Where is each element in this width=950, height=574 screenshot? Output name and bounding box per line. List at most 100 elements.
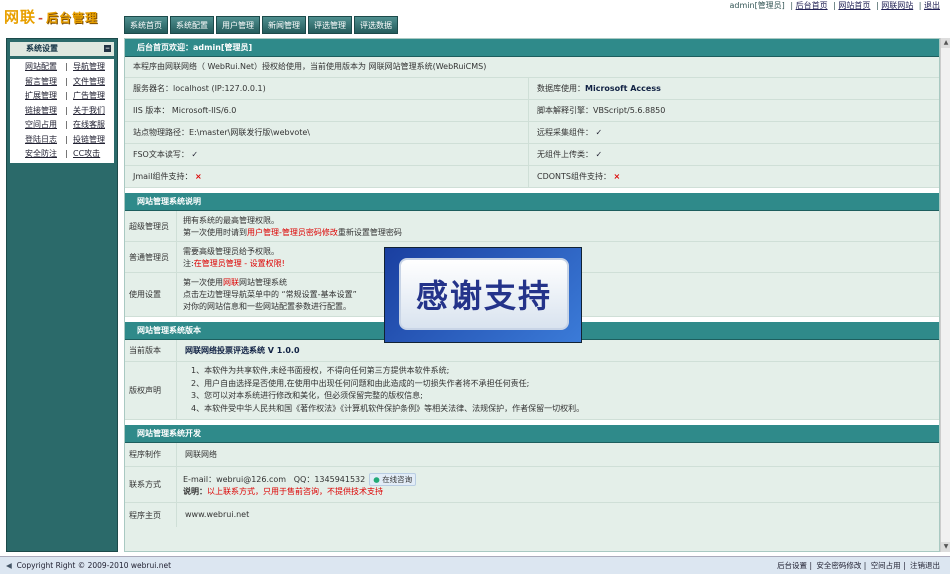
remote-collect-label: 远程采集组件： [537, 128, 593, 137]
server-name: 服务器名：localhost (IP:127.0.0.1) [125, 78, 529, 99]
separator: | [65, 62, 68, 71]
sidebar-title: 系统设置 [26, 44, 58, 53]
sidebar-item-file-management[interactable]: 文件管理 [73, 75, 113, 90]
usage-info: 第一次使用网联网站管理系统 点击左边管理导航菜单中的 “常规设置-基本设置” 对… [177, 273, 363, 316]
footer-links: 后台设置 | 安全密码修改 | 空间占用 | 注销退出 [775, 557, 940, 574]
chat-icon: ● [373, 475, 380, 484]
sidebar-item-message-management[interactable]: 留言管理 [25, 75, 65, 90]
minus-icon[interactable]: − [104, 45, 111, 52]
iis-version: IIS 版本： Microsoft-IIS/6.0 [125, 100, 529, 121]
sidebar-item-about-us[interactable]: 关于我们 [73, 104, 113, 119]
super-admin-info: 拥有系统的最高管理权限。 第一次使用时请到用户管理-管理员密码修改重新设置管理密… [177, 211, 408, 241]
sidebar-item-ad-management[interactable]: 广告管理 [73, 89, 113, 104]
scroll-down-icon[interactable]: ▼ [941, 542, 950, 552]
check-icon: ✓ [595, 150, 603, 159]
tab-system-config[interactable]: 系统配置 [170, 16, 214, 34]
maker-label: 程序制作 [125, 443, 177, 466]
separator: | [65, 134, 68, 144]
footer-copyright: Copyright Right © 2009-2010 [16, 561, 129, 570]
usage-line1-pre: 第一次使用 [183, 278, 223, 287]
database-label: 数据库使用： [537, 84, 585, 93]
separator: | [65, 149, 68, 158]
sidebar-item-space-usage[interactable]: 空间占用 [25, 118, 65, 133]
sidebar-header: 系统设置 − [10, 42, 114, 56]
main-scrollbar[interactable]: ▲ ▼ [940, 38, 950, 552]
online-consult-button[interactable]: ● 在线咨询 [369, 473, 417, 486]
maker-value: 网联网络 [185, 450, 217, 459]
footer: ◀ Copyright Right © 2009-2010 webrui.net… [0, 556, 950, 574]
upload-support: 无组件上传类： ✓ [529, 144, 610, 165]
sidebar-item-security[interactable]: 安全防注 [25, 147, 65, 162]
sidebar-item-nav-management[interactable]: 导航管理 [73, 60, 113, 75]
link-admin-home[interactable]: 后台首页 [796, 1, 828, 10]
sidebar-row: 登陆日志 | 投链管理 [10, 133, 114, 148]
current-version-row: 当前版本 网联网络投票评选系统 V 1.0.0 [125, 340, 939, 362]
footer-link-space-usage[interactable]: 空间占用 [871, 561, 901, 570]
sidebar-item-online-service[interactable]: 在线客服 [73, 118, 113, 133]
sidebar-row: 空间占用 | 在线客服 [10, 118, 114, 133]
separator: | [809, 561, 812, 570]
check-icon: ✓ [191, 150, 199, 159]
separator: | [65, 91, 68, 100]
scroll-up-icon[interactable]: ▲ [941, 38, 950, 48]
separator: | [790, 1, 794, 10]
normal-admin-info: 需要高级管理员给予权限。 注:在管理员管理 - 设置权限! [177, 242, 291, 272]
contact-note: 说明：以上联系方式，只用于售前咨询，不提供技术支持 [183, 486, 416, 498]
logo-subtitle: 后台管理 [46, 11, 99, 25]
qq-number: QQ：1345941532 [293, 475, 366, 484]
tab-news-management[interactable]: 新闻管理 [262, 16, 306, 34]
license-row: 本程序由网联网络（ WebRui.Net）授权给使用，当前使用版本为 网联网站管… [125, 57, 939, 78]
upload-label: 无组件上传类： [537, 150, 593, 159]
check-icon: ✓ [595, 128, 603, 137]
link-site-home[interactable]: 网站首页 [838, 1, 870, 10]
sidebar-item-cc-attack[interactable]: CC攻击 [73, 147, 113, 162]
super-admin-line2-pre: 第一次使用时请到 [183, 228, 247, 237]
info-row: 服务器名：localhost (IP:127.0.0.1) 数据库使用：Micr… [125, 78, 939, 100]
footer-left: ◀ Copyright Right © 2009-2010 webrui.net [6, 557, 171, 574]
copyright-row: 版权声明 1、本软件为共享软件,未经书面授权，不得向任何第三方提供本软件系统; … [125, 362, 939, 420]
tab-user-management[interactable]: 用户管理 [216, 16, 260, 34]
tab-vote-data[interactable]: 评选数据 [354, 16, 398, 34]
footer-site[interactable]: webrui.net [131, 561, 171, 570]
copyright-item: 3、您可以对本系统进行修改和美化，但必须保留完整的版权信息; [191, 391, 423, 400]
sidebar-row: 链接管理 | 关于我们 [10, 104, 114, 119]
super-admin-line2-post: 重新设置管理密码 [337, 228, 402, 237]
sidebar-item-site-config[interactable]: 网站配置 [25, 60, 65, 75]
contact-row: 联系方式 E-mail：webrui@126.com QQ：1345941532… [125, 467, 939, 503]
collapse-icon[interactable]: ◀ [6, 561, 12, 570]
footer-link-logout[interactable]: 注销退出 [910, 561, 940, 570]
cdonts-label: CDONTS组件支持： [537, 172, 611, 181]
copyright-item: 4、本软件受中华人民共和国《著作权法》《计算机软件保护条例》等相关法律、法规保护… [191, 403, 585, 413]
homepage-value[interactable]: www.webrui.net [177, 503, 257, 527]
footer-link-change-password[interactable]: 安全密码修改 [816, 561, 861, 570]
normal-admin-line1: 需要高级管理员给予权限。 [183, 247, 279, 256]
note-value: 以上联系方式，只用于售前咨询，不提供技术支持 [207, 487, 383, 496]
contact-line: E-mail：webrui@126.com QQ：1345941532 ● 在线咨… [183, 473, 417, 486]
super-admin-line2: 第一次使用时请到用户管理-管理员密码修改重新设置管理密码 [183, 227, 402, 239]
normal-admin-line2-highlight: 在管理员管理 - 设置权限! [193, 259, 285, 268]
info-row: Jmail组件支持： × CDONTS组件支持： × [125, 166, 939, 188]
link-webrui-site[interactable]: 网联网站 [881, 1, 913, 10]
top-nav: 系统首页 系统配置 用户管理 新闻管理 评选管理 评选数据 [124, 16, 400, 34]
current-version-value: 网联网络投票评选系统 V 1.0.0 [185, 346, 300, 355]
usage-line1-post: 网站管理系统 [239, 278, 287, 287]
jmail-support: Jmail组件支持： × [125, 166, 529, 187]
sidebar-item-login-log[interactable]: 登陆日志 [25, 133, 65, 148]
sidebar-item-extension-management[interactable]: 扩展管理 [25, 89, 65, 104]
footer-link-admin-settings[interactable]: 后台设置 [777, 561, 807, 570]
cross-icon: × [195, 172, 202, 181]
sidebar-item-link-management[interactable]: 链接管理 [25, 104, 65, 119]
tab-vote-management[interactable]: 评选管理 [308, 16, 352, 34]
email: E-mail：webrui@126.com [183, 475, 287, 484]
cdonts-support: CDONTS组件支持： × [529, 166, 628, 187]
sidebar: 系统设置 − 网站配置 | 导航管理 留言管理 | 文件管理 扩展管理 | 广告管理 链接管… [6, 38, 118, 552]
logo-main: 网联 [4, 8, 37, 26]
super-admin-line2-highlight: 用户管理-管理员密码修改 [247, 228, 338, 237]
sidebar-item-link-submission[interactable]: 投链管理 [73, 133, 113, 148]
header: 网联 - 后台管理 系统首页 系统配置 用户管理 新闻管理 评选管理 评选数据 ad… [0, 0, 950, 36]
link-logout[interactable]: 退出 [924, 1, 940, 10]
normal-admin-line2-pre: 注: [183, 259, 194, 268]
tab-home[interactable]: 系统首页 [124, 16, 168, 34]
usage-label: 使用设置 [125, 273, 177, 316]
current-version-label: 当前版本 [125, 340, 177, 361]
